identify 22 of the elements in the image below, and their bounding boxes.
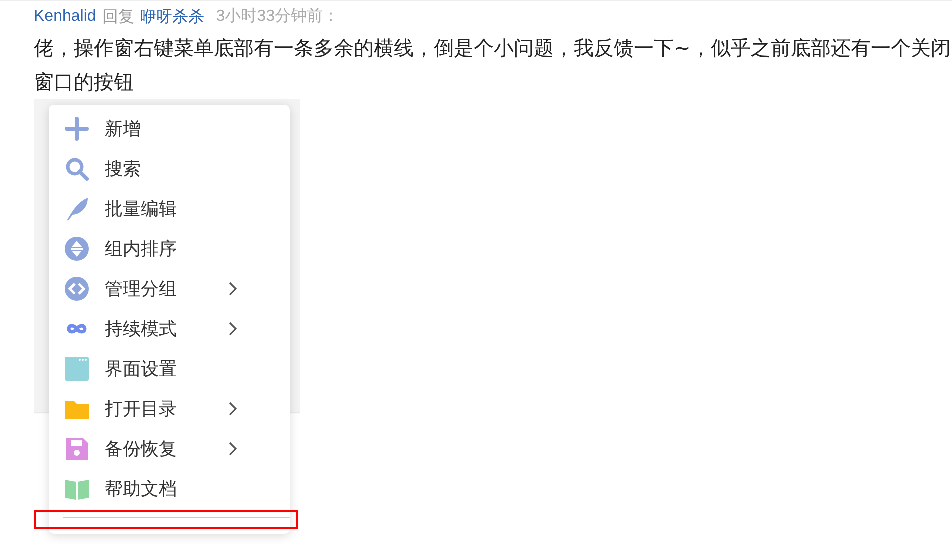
group-icon [64,276,90,302]
menu-item[interactable]: 搜索 [49,149,290,189]
feather-icon [64,196,90,222]
sort-icon [64,236,90,262]
menu-item[interactable]: 持续模式 [49,309,290,349]
author-link[interactable]: Kenhalid [34,6,96,28]
save-icon [64,436,90,462]
timestamp: 3小时33分钟前： [216,6,339,27]
search-icon [64,156,90,182]
menu-item[interactable]: 新增 [49,109,290,149]
reply-to-link[interactable]: 咿呀杀杀 [140,6,204,28]
menu-item[interactable]: 管理分组 [49,269,290,309]
menu-item[interactable]: 组内排序 [49,229,290,269]
menu-item[interactable]: 帮助文档 [49,469,290,509]
reply-label: 回复 [102,6,134,28]
menu-item[interactable]: 打开目录 [49,389,290,429]
comment-text: 佬，操作窗右键菜单底部有一条多余的横线，倒是个小问题，我反馈一下~，似乎之前底部还有一个关闭窗口的按钮 [34,35,952,96]
plus-icon [64,116,90,142]
window-icon [64,356,90,382]
menu-item[interactable]: 界面设置 [49,349,290,389]
menu-item[interactable]: 批量编辑 [49,189,290,229]
menu-item[interactable]: 备份恢复 [49,429,290,469]
